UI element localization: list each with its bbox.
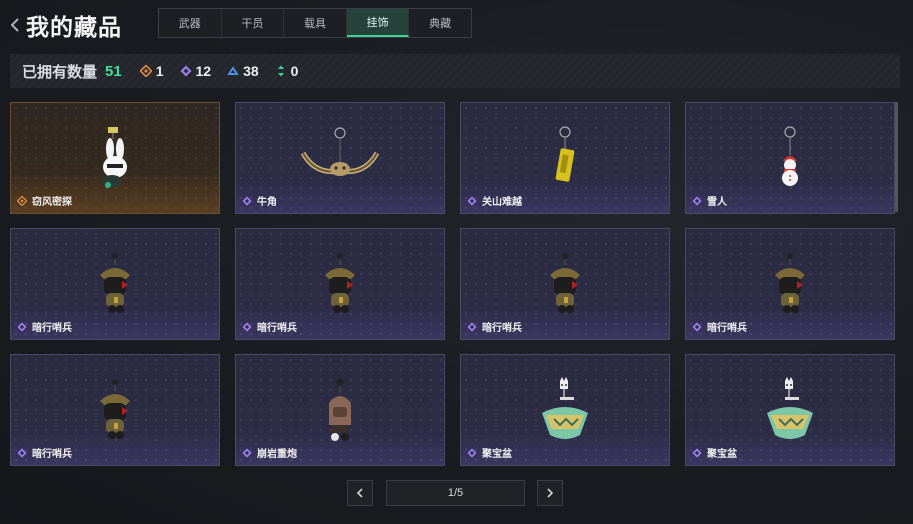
purple-rarity-icon (17, 321, 27, 332)
treasure-bowl-charm-art (542, 377, 588, 439)
charm-art (70, 377, 160, 447)
charm-label: 聚宝盆 (467, 445, 512, 460)
page-indicator: 1/5 (386, 480, 525, 506)
snowman-charm-art (782, 126, 798, 186)
blue-count: 38 (227, 63, 259, 79)
purple-rarity-icon (242, 447, 252, 458)
charm-card[interactable]: 牛角 (235, 102, 445, 214)
back-button[interactable] (8, 14, 24, 36)
charm-card[interactable]: 崩岩重炮 (235, 354, 445, 466)
charm-name: 聚宝盆 (707, 449, 737, 460)
charm-label: 暗行哨兵 (242, 319, 297, 334)
purple-rarity-icon (692, 195, 702, 206)
charm-name: 崩岩重炮 (257, 449, 297, 460)
charm-art (70, 251, 160, 321)
charm-name: 暗行哨兵 (707, 323, 747, 334)
purple-rarity-icon (467, 321, 477, 332)
charm-art (745, 251, 835, 321)
charm-label: 崩岩重炮 (242, 445, 297, 460)
charm-card[interactable]: 聚宝盆 (685, 354, 895, 466)
scrollbar[interactable] (895, 102, 898, 212)
charm-name: 暗行哨兵 (257, 323, 297, 334)
charm-art (295, 377, 385, 447)
charm-name: 雪人 (707, 197, 727, 208)
sentinel-charm-art (100, 379, 130, 439)
charm-name: 窃风密探 (32, 197, 72, 208)
purple-rarity-icon (242, 195, 252, 206)
charm-art (745, 125, 835, 195)
sentinel-charm-art (100, 253, 130, 313)
charm-label: 雪人 (692, 193, 727, 208)
chevron-right-icon (547, 488, 554, 498)
charm-grid: 窃风密探 牛角 关山难越 雪人 暗行哨兵 暗行哨兵 暗行哨兵 暗行哨兵 暗行哨兵… (10, 102, 898, 466)
lighter-charm-art (555, 126, 575, 182)
purple-rarity-icon (692, 321, 702, 332)
charm-card[interactable]: 暗行哨兵 (235, 228, 445, 340)
charm-name: 牛角 (257, 197, 277, 208)
gold-rarity-icon (17, 195, 27, 206)
sentinel-charm-art (775, 253, 805, 313)
charm-art (295, 125, 385, 195)
tab-vehicles[interactable]: 载具 (284, 9, 347, 37)
charm-art (295, 251, 385, 321)
purple-rarity-icon (180, 65, 191, 77)
category-tabs: 武器 干员 载具 挂饰 典藏 (158, 8, 472, 38)
green-rarity-icon (277, 65, 284, 77)
charm-art (745, 377, 835, 447)
blue-rarity-icon (227, 66, 239, 75)
owned-total: 51 (105, 62, 122, 80)
charm-art (70, 125, 160, 195)
charm-art (520, 377, 610, 447)
charm-name: 暗行哨兵 (482, 323, 522, 334)
charm-card[interactable]: 雪人 (685, 102, 895, 214)
charm-label: 暗行哨兵 (17, 445, 72, 460)
purple-rarity-icon (692, 447, 702, 458)
treasure-bowl-charm-art (767, 377, 813, 439)
tab-collection[interactable]: 典藏 (409, 9, 471, 37)
purple-rarity-icon (467, 195, 477, 206)
charm-card[interactable]: 暗行哨兵 (10, 354, 220, 466)
charm-label: 暗行哨兵 (17, 319, 72, 334)
gold-rarity-icon (139, 65, 152, 77)
sentinel-charm-art (325, 253, 355, 313)
charm-label: 窃风密探 (17, 193, 72, 208)
sentinel-charm-art (550, 253, 580, 313)
rabbit-charm-art (102, 127, 127, 188)
tab-charms[interactable]: 挂饰 (346, 9, 410, 37)
charm-card[interactable]: 暗行哨兵 (685, 228, 895, 340)
owned-label: 已拥有数量 (22, 63, 98, 81)
charm-label: 牛角 (242, 193, 277, 208)
owned-summary-bar: 已拥有数量 51 1 12 38 0 (10, 54, 900, 88)
charm-art (520, 251, 610, 321)
charm-card[interactable]: 关山难越 (460, 102, 670, 214)
charm-card[interactable]: 暗行哨兵 (10, 228, 220, 340)
next-page-button[interactable] (537, 480, 563, 506)
charm-name: 关山难越 (482, 197, 522, 208)
green-count: 0 (275, 63, 298, 79)
charm-name: 暗行哨兵 (32, 449, 72, 460)
horn-charm-art (300, 127, 380, 176)
charm-card[interactable]: 窃风密探 (10, 102, 220, 214)
tab-operators[interactable]: 干员 (222, 9, 285, 37)
charm-label: 关山难越 (467, 193, 522, 208)
charm-name: 聚宝盆 (482, 449, 512, 460)
purple-rarity-icon (242, 321, 252, 332)
charm-name: 暗行哨兵 (32, 323, 72, 334)
purple-rarity-icon (467, 447, 477, 458)
purple-rarity-icon (17, 447, 27, 458)
charm-art (520, 125, 610, 195)
cannon-charm-art (329, 378, 351, 441)
prev-page-button[interactable] (347, 480, 373, 506)
charm-label: 暗行哨兵 (692, 319, 747, 334)
charm-label: 聚宝盆 (692, 445, 737, 460)
chevron-left-icon (10, 18, 19, 32)
chevron-left-icon (356, 488, 363, 498)
gold-count: 1 (139, 63, 164, 79)
purple-count: 12 (180, 63, 211, 79)
charm-card[interactable]: 暗行哨兵 (460, 228, 670, 340)
charm-card[interactable]: 聚宝盆 (460, 354, 670, 466)
tab-weapons[interactable]: 武器 (159, 9, 222, 37)
page-title: 我的藏品 (26, 14, 122, 40)
charm-label: 暗行哨兵 (467, 319, 522, 334)
